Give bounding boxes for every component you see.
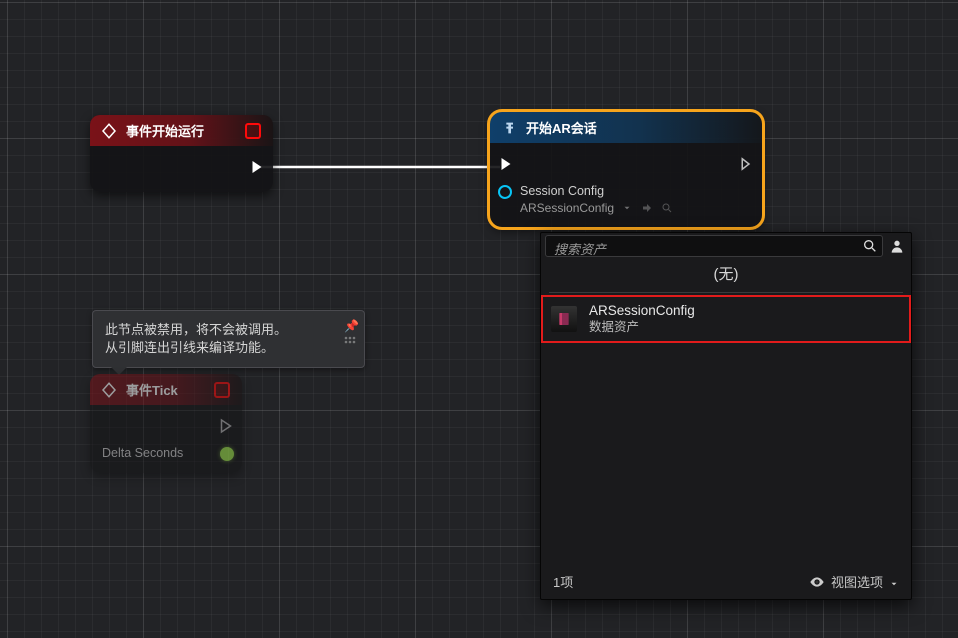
asset-search-input[interactable]: 搜索资产	[545, 235, 883, 257]
client-badge-icon	[245, 123, 261, 139]
separator	[549, 292, 903, 293]
comment-line2: 从引脚连出引线来编译功能。	[105, 340, 274, 355]
item-count: 1项	[553, 572, 573, 591]
function-icon	[500, 119, 518, 137]
node-title: 开始AR会话	[526, 118, 597, 137]
node-title: 事件开始运行	[126, 121, 204, 140]
asset-type: 数据资产	[589, 319, 695, 335]
search-placeholder: 搜索资产	[554, 242, 606, 257]
asset-picker-value: ARSessionConfig	[520, 201, 614, 215]
event-icon	[100, 122, 118, 140]
asset-picker-dropdown[interactable]: ARSessionConfig	[520, 201, 674, 215]
node-header[interactable]: 事件开始运行	[90, 115, 273, 146]
browse-icon[interactable]	[660, 201, 674, 215]
asset-picker-panel[interactable]: 搜索资产 (无) ARSessionConfig 数据资产 1项	[540, 232, 912, 600]
pin-label-delta-seconds: Delta Seconds	[102, 445, 183, 461]
search-icon	[862, 238, 878, 257]
asset-list[interactable]: ARSessionConfig 数据资产	[541, 295, 911, 564]
data-input-pin-session-config[interactable]	[498, 185, 512, 199]
disabled-node-comment: 此节点被禁用，将不会被调用。 从引脚连出引线来编译功能。 📌	[92, 310, 365, 368]
chevron-down-icon	[889, 577, 899, 587]
eye-icon	[809, 574, 825, 590]
data-output-pin-delta[interactable]	[220, 447, 234, 461]
comment-line1: 此节点被禁用，将不会被调用。	[105, 322, 287, 337]
event-icon	[100, 381, 118, 399]
node-header[interactable]: 事件Tick	[90, 374, 242, 405]
picker-none-option[interactable]: (无)	[541, 257, 911, 292]
exec-input-pin[interactable]	[496, 154, 516, 174]
view-options-button[interactable]: 视图选项	[809, 572, 899, 591]
user-filter-icon[interactable]	[887, 236, 907, 256]
drag-icon[interactable]	[344, 335, 358, 349]
exec-output-pin[interactable]	[736, 154, 756, 174]
node-title: 事件Tick	[126, 380, 178, 399]
chevron-down-icon	[620, 201, 634, 215]
exec-output-pin[interactable]	[216, 416, 236, 436]
pin-icon[interactable]: 📌	[344, 317, 358, 331]
pin-label-session-config: Session Config	[520, 183, 674, 199]
view-options-label: 视图选项	[831, 572, 883, 591]
node-event-begin-play[interactable]: 事件开始运行	[90, 115, 273, 192]
node-start-ar-session[interactable]: 开始AR会话 Session Config ARSessionConfig	[490, 112, 762, 227]
exec-output-pin[interactable]	[247, 157, 267, 177]
client-badge-icon	[214, 382, 230, 398]
asset-name: ARSessionConfig	[589, 303, 695, 319]
asset-list-item[interactable]: ARSessionConfig 数据资产	[541, 295, 911, 343]
node-event-tick[interactable]: 事件Tick Delta Seconds	[90, 374, 242, 473]
node-header[interactable]: 开始AR会话	[490, 112, 762, 143]
asset-thumb-icon	[551, 306, 577, 332]
use-selected-icon[interactable]	[640, 201, 654, 215]
